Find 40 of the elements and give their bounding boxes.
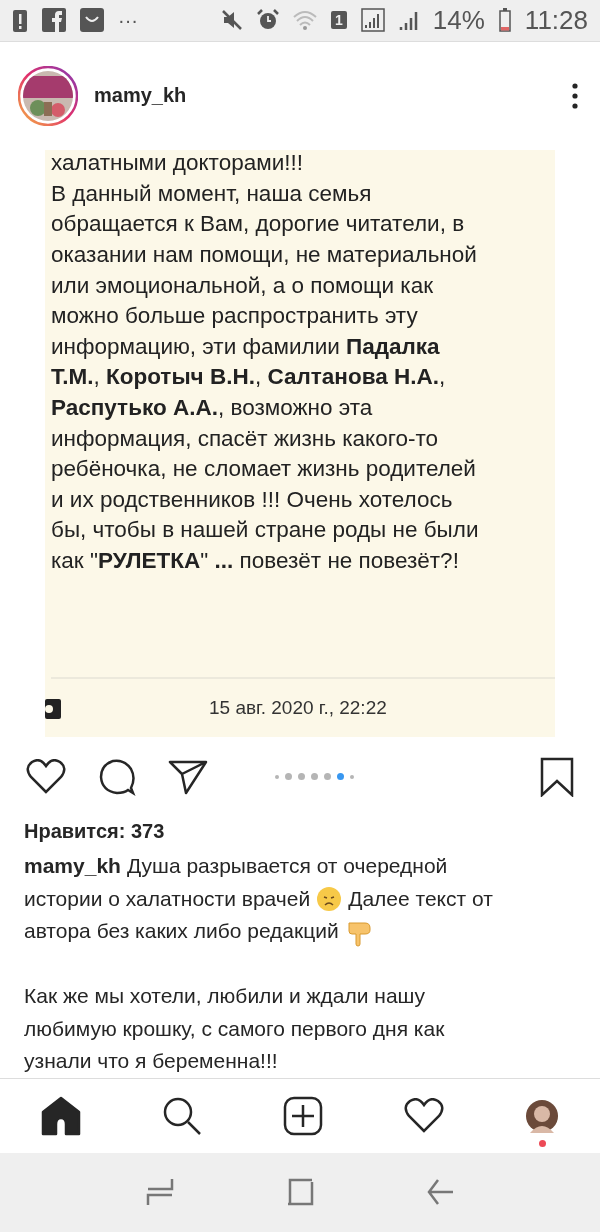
caption-text: истории о халатности врачей	[24, 885, 311, 912]
battery-percentage: 14%	[432, 4, 485, 36]
caption-text: Душа разрывается от очередной	[126, 853, 448, 880]
document-text: Т.М., Коротыч В.Н., Салтанова Н.А.,	[51, 363, 447, 392]
document-text: можно больше распространить эту	[51, 302, 419, 331]
caption-text: любимую крошку, с самого первого дня как	[24, 1015, 445, 1042]
more-icon	[572, 82, 578, 109]
clock: 11:28	[524, 4, 588, 36]
caption-text: узнали что я беременна!!!	[24, 1048, 278, 1075]
document-text: информация, спасёт жизнь какого-то	[51, 424, 439, 453]
caption-text: Далее текст от	[348, 885, 493, 912]
signal-icon	[398, 9, 419, 32]
document-text: ребёночка, не сломает жизнь родителей	[51, 455, 477, 484]
document-text: и их родственников !!! Очень хотелось	[51, 485, 454, 514]
signal-icon	[360, 8, 385, 33]
overflow-text: ···	[118, 8, 138, 32]
likes-count[interactable]: Нравится: 373	[0, 816, 600, 847]
facebook-icon	[42, 8, 66, 33]
wifi-icon	[293, 10, 317, 31]
username[interactable]: mamy_kh	[94, 84, 552, 108]
document-text: В данный момент, наша семья	[51, 179, 373, 208]
document-text: обращается к Вам, дорогие читатели, в	[51, 210, 466, 239]
document-text: как "РУЛЕТКА" ... повезёт не повезёт?!	[51, 546, 460, 575]
caption-text: автора без каких либо редакций	[24, 918, 339, 945]
caption-text: Как же мы хотели, любили и ждали нашу	[24, 983, 425, 1010]
document-text: бы, чтобы в нашей стране роды не были	[51, 516, 480, 545]
document-text: оказании нам помощи, не материальной	[51, 241, 478, 269]
shopping-bag-icon	[80, 8, 104, 33]
battery-icon	[498, 8, 511, 33]
notification-icon	[12, 7, 28, 34]
caption-username[interactable]: mamy_kh	[24, 850, 121, 883]
document-text: информацию, эти фамилии Падалка	[51, 332, 441, 361]
document-text: или эмоциональной, а о помощи как	[51, 271, 434, 300]
document-date: 15 авг. 2020 г., 22:22	[209, 697, 387, 720]
document-text: халатными докторами!!!	[51, 149, 304, 178]
document-text: Распутько А.А., возможно эта	[51, 393, 374, 422]
sim-indicator: 1	[331, 11, 347, 30]
mute-icon	[221, 9, 243, 32]
sad-face-icon	[316, 886, 343, 913]
alarm-icon	[257, 9, 279, 32]
